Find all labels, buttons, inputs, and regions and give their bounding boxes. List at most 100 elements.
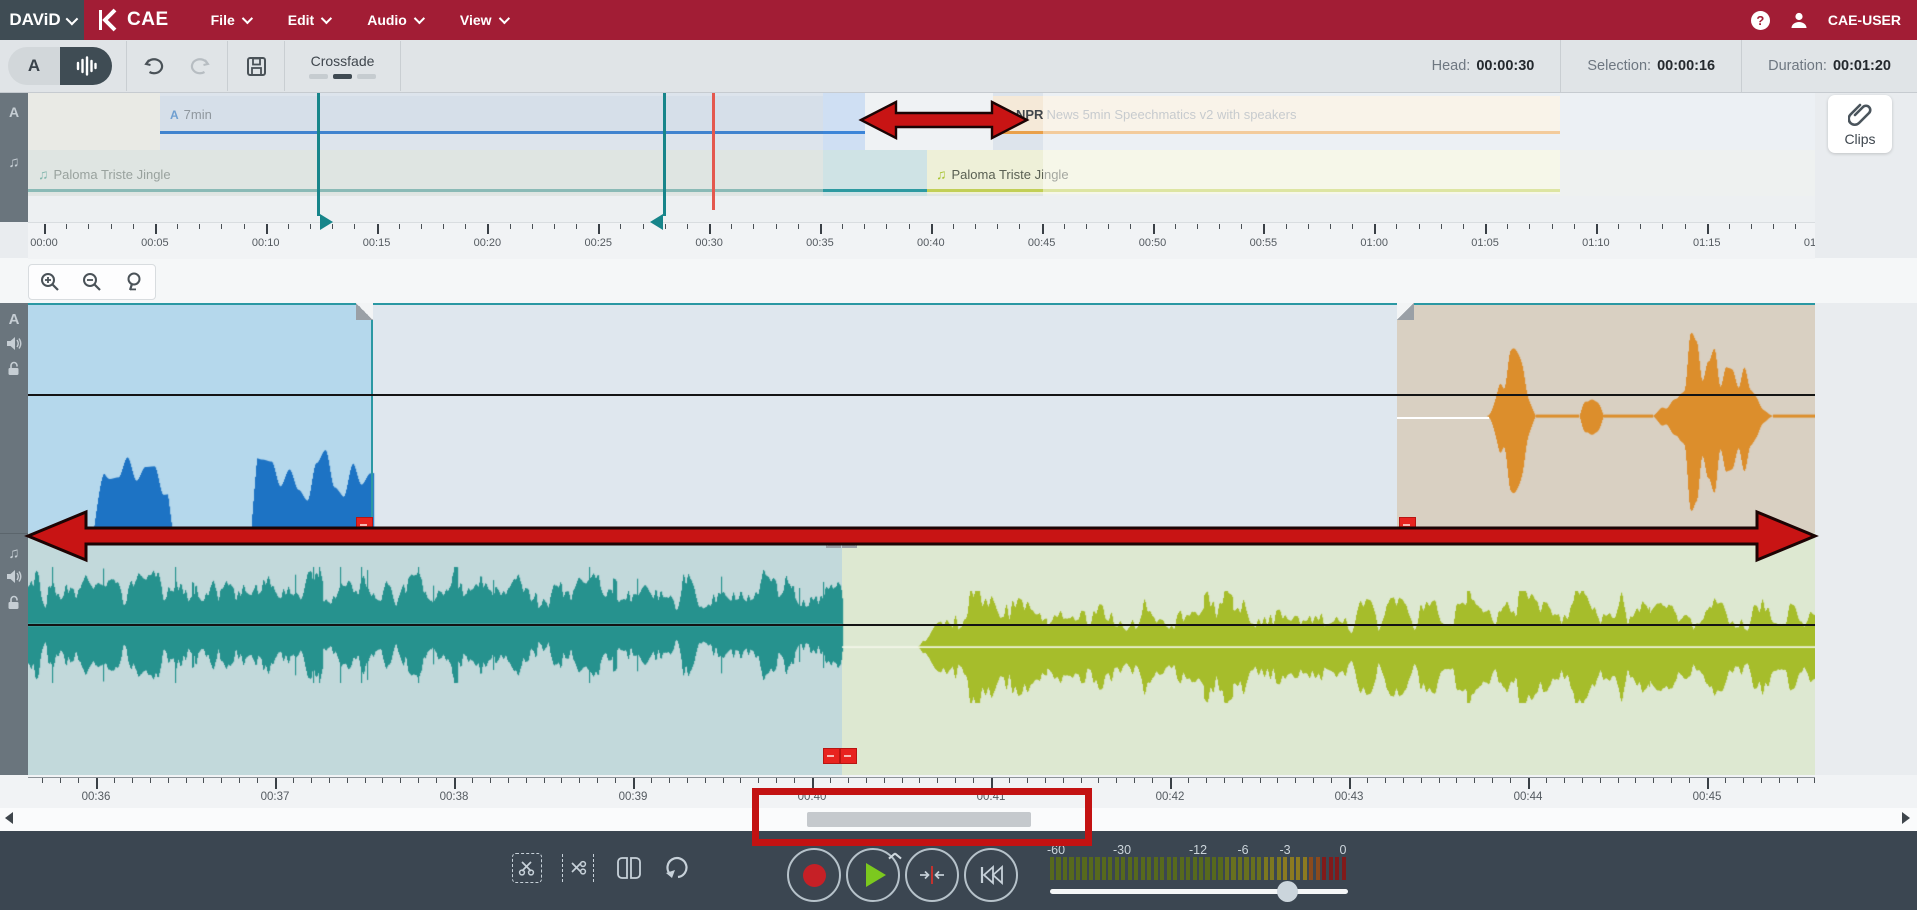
ruler-tick [155,224,157,234]
scroll-left-button[interactable] [5,812,13,824]
meter-segment [1296,857,1300,880]
menu-item-audio[interactable]: Audio [367,12,422,28]
overview-playhead[interactable] [712,92,715,210]
meter-segment [1089,857,1093,880]
ruler-tick [1019,224,1020,229]
ruler-tick [687,778,688,783]
ruler-tick [902,778,903,783]
revert-arrow-icon [664,855,694,881]
save-button[interactable] [234,46,278,86]
user-name[interactable]: CAE-USER [1828,12,1901,28]
app-name: CAE [127,9,169,31]
menu-item-file[interactable]: File [211,12,250,28]
go-to-marker-button[interactable] [905,848,959,902]
ruler-label: 00:30 [687,237,731,249]
meter-segment [1050,857,1054,880]
ruler-tick [1242,778,1243,783]
selection-value: 00:00:16 [1657,58,1715,74]
ruler-tick [1403,778,1404,783]
ruler-tick [615,778,616,783]
selection-out-flag[interactable] [650,214,663,230]
ruler-tick [487,224,489,234]
ruler-tick [443,224,444,229]
ruler-tick [1042,224,1044,234]
ruler-tick [88,224,89,229]
meter-segment [1108,857,1112,880]
ruler-tick [1263,224,1265,234]
ruler-tick [1419,224,1420,229]
ruler-label: 00:39 [611,791,655,803]
menu-item-edit[interactable]: Edit [288,12,329,28]
david-logo-menu[interactable]: DAViD [0,0,84,40]
ruler-tick [418,778,419,783]
text-mode-button[interactable]: A [8,47,60,85]
waveform-mode-button[interactable] [60,47,112,85]
fold-corner-icon[interactable] [356,303,373,320]
trim-clip-button[interactable] [562,854,594,882]
meter-segment [1167,857,1171,880]
overview-faded-region [1043,92,1815,196]
ruler-tick [96,778,98,789]
user-icon[interactable] [1790,11,1808,29]
ruler-label: 00:40 [909,237,953,249]
clips-panel-button[interactable]: Clips [1828,95,1892,153]
ruler-label: 00:05 [133,237,177,249]
ruler-tick [973,778,974,783]
head-readout: Head: 00:00:30 [1406,40,1561,92]
play-options-caret[interactable] [888,849,900,857]
crossfade-button[interactable]: Crossfade [291,53,394,79]
overview-clip-7min[interactable] [160,96,823,134]
ruler-tick [114,778,115,783]
unlock-icon[interactable] [7,595,21,610]
undo-button[interactable] [133,46,177,86]
revert-button[interactable] [664,854,694,882]
ruler-tick [377,224,379,234]
zoom-selection-button[interactable] [113,265,155,299]
fold-corner-icon[interactable] [1397,303,1414,320]
ruler-tick [740,778,741,783]
speaker-icon[interactable] [6,336,22,351]
chevron-down-icon [65,12,78,25]
zoom-out-button[interactable] [71,265,113,299]
record-button[interactable] [787,848,841,902]
gain-handle-jingle-1[interactable] [823,748,840,764]
ruler-tick [132,778,133,783]
scroll-right-button[interactable] [1902,812,1910,824]
menu-item-view[interactable]: View [460,12,507,28]
selection-in-flag[interactable] [320,214,333,230]
ruler-tick [1564,778,1565,783]
toolbar-separator [227,41,228,91]
ruler-label: 00:50 [1131,237,1175,249]
blue-clip-right-edge[interactable] [371,303,373,533]
ruler-tick [400,778,401,783]
gain-handle-jingle-2[interactable] [840,748,857,764]
menu-items: File Edit Audio View [211,12,507,28]
ruler-label: 00:35 [798,237,842,249]
meter-segment [1231,857,1235,880]
redo-button[interactable] [177,46,221,86]
ruler-tick [133,224,134,229]
ruler-tick [1152,778,1153,783]
cut-selection-button[interactable] [512,853,542,883]
volume-slider-track[interactable] [1050,889,1348,894]
split-clip-button[interactable] [614,854,644,882]
ruler-tick [1009,778,1010,783]
ruler-tick [651,778,652,783]
ruler-tick [1063,778,1064,783]
ruler-tick [490,778,491,783]
zoom-in-button[interactable] [29,265,71,299]
unlock-icon[interactable] [7,361,21,376]
volume-slider-thumb[interactable] [1277,881,1298,902]
speaker-icon[interactable] [6,569,22,584]
skip-to-start-button[interactable] [964,848,1018,902]
ruler-label: 00:15 [355,237,399,249]
annotation-pan-arrow [858,97,1030,143]
audio-text-icon: A [170,108,179,122]
selection-out-marker[interactable] [663,92,666,216]
ruler-tick [44,224,46,234]
ruler-tick [1743,778,1744,783]
selection-in-marker[interactable] [317,92,320,216]
npr-envelope-line[interactable] [1397,417,1489,419]
help-icon[interactable]: ? [1751,11,1770,30]
overview-ruler[interactable]: 00:0000:0500:1000:1500:2000:2500:3000:35… [28,222,1815,259]
